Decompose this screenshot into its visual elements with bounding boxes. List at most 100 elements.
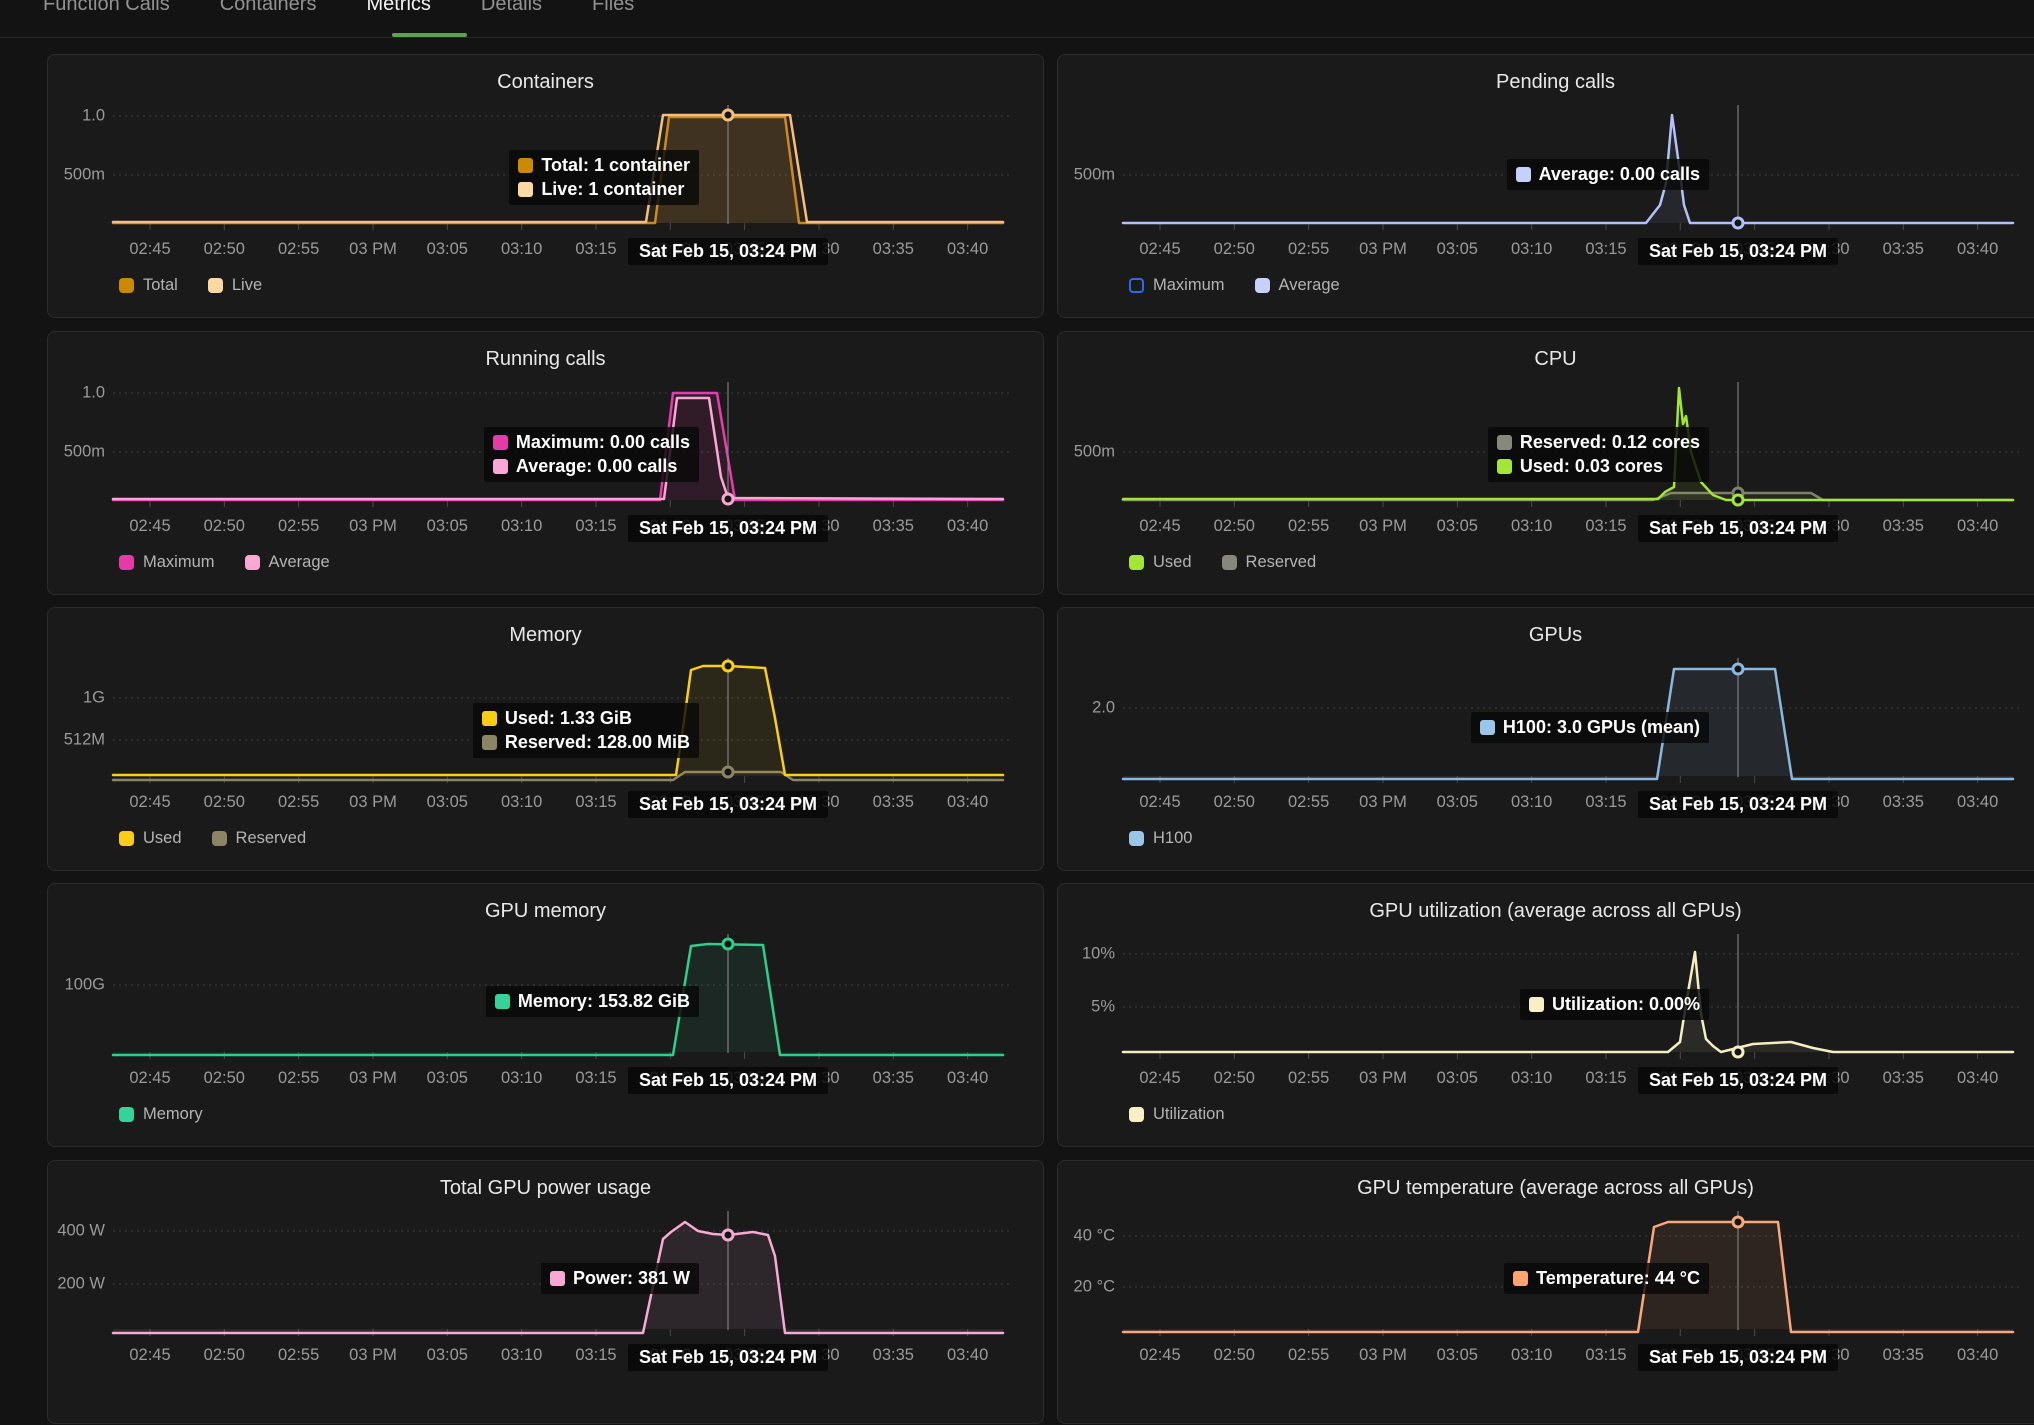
tooltip-value: Memory: 153.82 GiB — [518, 991, 690, 1012]
crosshair-date-label: Sat Feb 15, 03:24 PM — [628, 238, 828, 265]
x-axis-label: 03 PM — [336, 240, 410, 259]
legend-item-maximum[interactable]: Maximum — [1129, 276, 1225, 295]
tab-details[interactable]: Details — [481, 0, 542, 16]
legend-item-reserved[interactable]: Reserved — [1222, 553, 1317, 572]
x-axis-label: 03 PM — [336, 1346, 410, 1365]
tooltip-value: Total: 1 container — [541, 155, 690, 176]
tooltip-series-chip — [1516, 167, 1531, 182]
tab-files[interactable]: Files — [592, 0, 634, 16]
x-axis-label: 03:15 — [559, 1069, 633, 1088]
chart-plot-gpu-memory[interactable]: 100G02:4502:5002:5503 PM03:0503:1003:150… — [48, 884, 1043, 1146]
chart-plot-containers[interactable]: 1.0500m02:4502:5002:5503 PM03:0503:1003:… — [48, 55, 1043, 317]
legend-label: Total — [143, 276, 178, 295]
legend-label: H100 — [1153, 829, 1192, 848]
legend-item-total[interactable]: Total — [119, 276, 178, 295]
chart-plot-memory[interactable]: 1G512M02:4502:5002:5503 PM03:0503:1003:1… — [48, 608, 1043, 870]
legend-item-used[interactable]: Used — [119, 829, 182, 848]
chart-tooltip: Total: 1 containerLive: 1 container — [509, 150, 699, 205]
x-axis-label: 02:55 — [262, 1069, 336, 1088]
x-axis-label: 03:05 — [410, 517, 484, 536]
chart-tooltip: Average: 0.00 calls — [1507, 159, 1709, 190]
x-axis-label: 02:50 — [1197, 793, 1271, 812]
x-axis-label: 02:55 — [1272, 1346, 1346, 1365]
legend-label: Used — [143, 829, 182, 848]
legend-chip — [1129, 555, 1144, 570]
y-axis-label: 512M — [48, 731, 105, 750]
x-axis-label: 03:05 — [410, 1069, 484, 1088]
chart-card-gpu-utilization: GPU utilization (average across all GPUs… — [1057, 883, 2034, 1147]
legend-item-utilization[interactable]: Utilization — [1129, 1105, 1225, 1124]
legend-label: Maximum — [143, 553, 215, 572]
tooltip-series-chip — [493, 435, 508, 450]
legend-item-live[interactable]: Live — [208, 276, 262, 295]
legend-item-average[interactable]: Average — [245, 553, 330, 572]
y-axis-label: 20 °C — [1058, 1278, 1115, 1297]
cursor-marker — [723, 661, 733, 671]
tooltip-value: Temperature: 44 °C — [1536, 1268, 1700, 1289]
x-axis-label: 03:10 — [1495, 793, 1569, 812]
chart-card-memory: Memory 1G512M02:4502:5002:5503 PM03:0503… — [47, 607, 1044, 871]
x-axis-label: 03:05 — [410, 793, 484, 812]
x-axis-label: 03:05 — [1420, 517, 1494, 536]
tab-metrics[interactable]: Metrics — [366, 0, 430, 16]
crosshair-date-label: Sat Feb 15, 03:24 PM — [628, 515, 828, 542]
chart-plot-running-calls[interactable]: 1.0500m02:4502:5002:5503 PM03:0503:1003:… — [48, 332, 1043, 594]
tab-bar-divider — [0, 37, 2034, 38]
tooltip-value: H100: 3.0 GPUs (mean) — [1503, 717, 1700, 738]
x-axis-label: 02:55 — [262, 240, 336, 259]
legend-item-reserved[interactable]: Reserved — [212, 829, 307, 848]
y-axis-label: 40 °C — [1058, 1227, 1115, 1246]
tooltip-value: Maximum: 0.00 calls — [516, 432, 690, 453]
legend-chip — [1222, 555, 1237, 570]
x-axis-label: 03 PM — [1346, 517, 1420, 536]
x-axis-label: 03:10 — [1495, 1069, 1569, 1088]
chart-plot-gpu-power[interactable]: 400 W200 W02:4502:5002:5503 PM03:0503:10… — [48, 1161, 1043, 1423]
chart-plot-pending-calls[interactable]: 500m02:4502:5002:5503 PM03:0503:1003:150… — [1058, 55, 2034, 317]
legend-chip — [212, 831, 227, 846]
x-axis-label: 03:05 — [410, 240, 484, 259]
tooltip-series-chip — [482, 735, 497, 750]
x-axis-label: 03:15 — [1569, 1069, 1643, 1088]
x-axis-label: 03 PM — [1346, 1069, 1420, 1088]
tooltip-series-chip — [1497, 459, 1512, 474]
chart-card-gpu-power: Total GPU power usage 400 W200 W02:4502:… — [47, 1160, 1044, 1424]
legend-item-memory[interactable]: Memory — [119, 1105, 203, 1124]
x-axis-label: 03:10 — [1495, 1346, 1569, 1365]
crosshair-date-label: Sat Feb 15, 03:24 PM — [628, 791, 828, 818]
legend-item-h100[interactable]: H100 — [1129, 829, 1192, 848]
x-axis-label: 03:35 — [1866, 517, 1940, 536]
legend-chip — [119, 278, 134, 293]
x-axis-label: 02:45 — [1123, 240, 1197, 259]
x-axis-label: 02:55 — [262, 517, 336, 536]
x-axis-label: 02:50 — [187, 793, 261, 812]
x-axis-label: 02:50 — [1197, 1069, 1271, 1088]
x-axis-label: 03:10 — [1495, 240, 1569, 259]
tooltip-series-chip — [518, 182, 533, 197]
tab-function-calls[interactable]: Function Calls — [43, 0, 170, 16]
x-axis-label: 02:45 — [1123, 517, 1197, 536]
tooltip-value: Reserved: 0.12 cores — [1520, 432, 1700, 453]
tabs-nav: Function Calls Containers Metrics Detail… — [43, 0, 634, 16]
tooltip-series-chip — [495, 994, 510, 1009]
tab-containers[interactable]: Containers — [220, 0, 317, 16]
x-axis-label: 03:40 — [1941, 517, 2015, 536]
tooltip-series-chip — [1497, 435, 1512, 450]
legend-item-used[interactable]: Used — [1129, 553, 1192, 572]
chart-plot-gpu-utilization[interactable]: 10%5%02:4502:5002:5503 PM03:0503:1003:15… — [1058, 884, 2034, 1146]
legend-chip — [208, 278, 223, 293]
x-axis-label: 02:50 — [1197, 240, 1271, 259]
tooltip-series-chip — [482, 711, 497, 726]
tooltip-value: Used: 0.03 cores — [1520, 456, 1663, 477]
legend-label: Reserved — [1246, 553, 1317, 572]
chart-plot-gpu-temperature[interactable]: 40 °C20 °C02:4502:5002:5503 PM03:0503:10… — [1058, 1161, 2034, 1423]
chart-tooltip: Temperature: 44 °C — [1504, 1263, 1709, 1294]
x-axis-label: 03:35 — [1866, 1346, 1940, 1365]
x-axis-label: 03:15 — [1569, 517, 1643, 536]
chart-plot-gpus[interactable]: 2.002:4502:5002:5503 PM03:0503:1003:1503… — [1058, 608, 2034, 870]
x-axis-label: 03:15 — [559, 240, 633, 259]
legend-item-average[interactable]: Average — [1255, 276, 1340, 295]
tooltip-series-chip — [550, 1271, 565, 1286]
chart-plot-cpu[interactable]: 500m02:4502:5002:5503 PM03:0503:1003:150… — [1058, 332, 2034, 594]
x-axis-label: 03:15 — [1569, 240, 1643, 259]
legend-item-maximum[interactable]: Maximum — [119, 553, 215, 572]
